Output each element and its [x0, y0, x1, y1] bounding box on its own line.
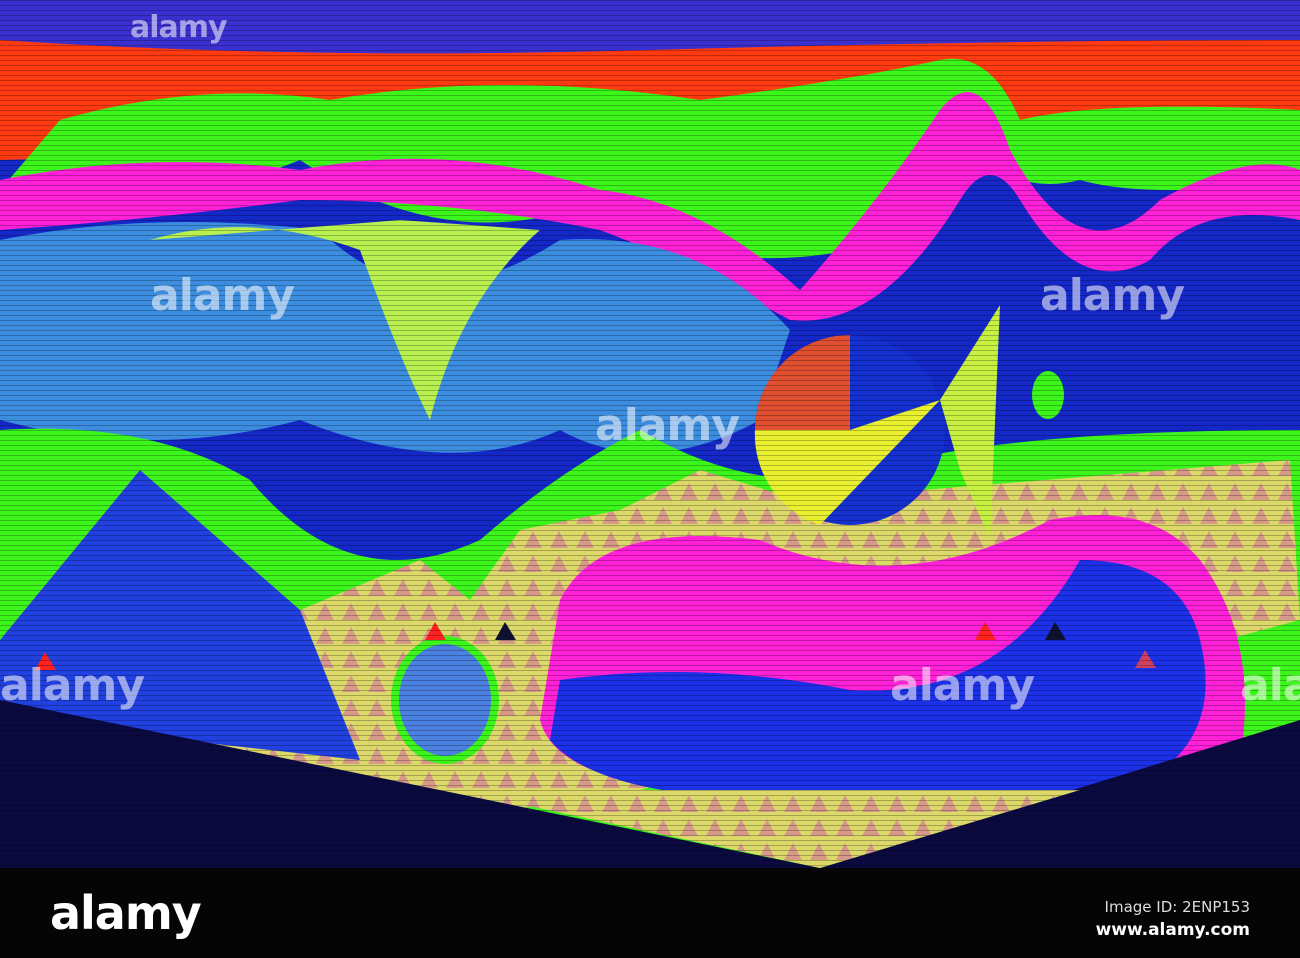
watermark-text: alamy — [130, 10, 228, 45]
watermark-text: alamy — [1240, 660, 1300, 711]
watermark-text: alamy — [150, 270, 295, 321]
alamy-logo: alamy — [50, 886, 202, 940]
watermark-text: alamy — [1040, 270, 1185, 321]
stock-image: alamy alamy alamy alamy alamy alamy alam… — [0, 0, 1300, 958]
watermark-text: alamy — [0, 660, 145, 711]
watermark-text: alamy — [595, 400, 740, 451]
footer-bar: alamy Image ID: 2ENP153 www.alamy.com — [0, 868, 1300, 958]
image-id: Image ID: 2ENP153 — [1104, 898, 1250, 916]
site-url: www.alamy.com — [1095, 920, 1250, 940]
watermark-text: alamy — [890, 660, 1035, 711]
